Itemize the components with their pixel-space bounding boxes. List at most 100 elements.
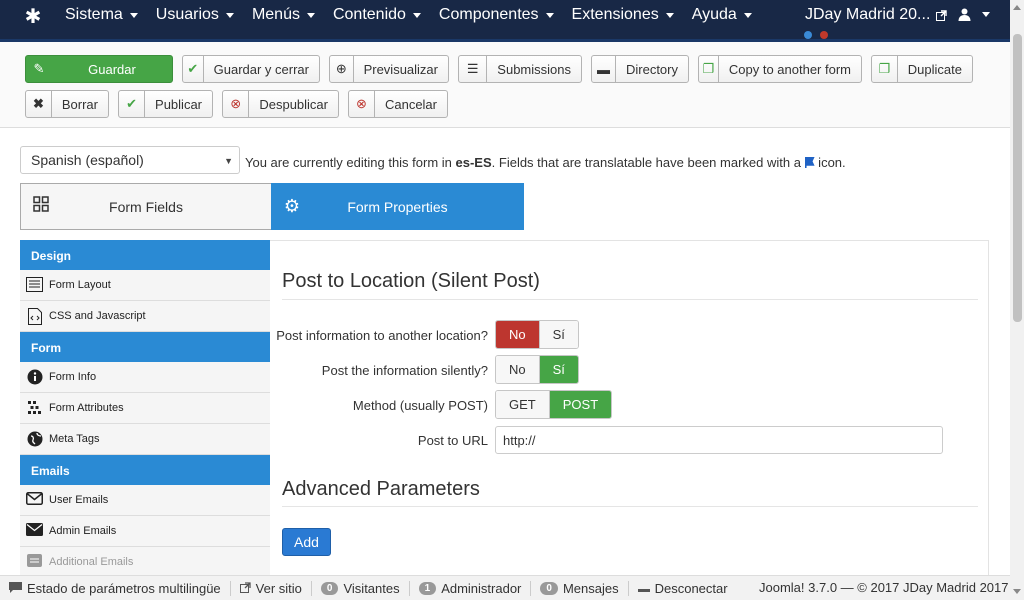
option-post[interactable]: POST bbox=[548, 391, 612, 418]
post-silently-toggle[interactable]: No Sí bbox=[495, 355, 579, 384]
section-title: Post to Location (Silent Post) bbox=[282, 270, 540, 292]
method-toggle[interactable]: GET POST bbox=[495, 390, 613, 419]
external-link-icon bbox=[936, 9, 948, 21]
sidebar-section-design: Design bbox=[20, 240, 270, 270]
language-select[interactable]: Spanish (español) ▼ bbox=[20, 146, 240, 174]
sidebar-item-form-attributes[interactable]: Form Attributes bbox=[20, 393, 270, 424]
sidebar-item-form-info[interactable]: Form Info bbox=[20, 362, 270, 393]
visitors-count-badge: 0 bbox=[320, 581, 339, 595]
messages-status[interactable]: 0 Mensajes bbox=[531, 580, 629, 596]
language-selected-value: Spanish (español) bbox=[31, 152, 144, 168]
menu-label: Componentes bbox=[438, 6, 539, 23]
admin-count-badge: 1 bbox=[418, 581, 437, 595]
sidebar-item-meta-tags[interactable]: Meta Tags bbox=[20, 424, 270, 455]
tab-label: Form Properties bbox=[347, 198, 448, 215]
menu-ayuda[interactable]: Ayuda bbox=[683, 0, 761, 30]
button-label: Submissions bbox=[497, 61, 571, 77]
caret-down-icon bbox=[129, 12, 138, 18]
cancelar-button[interactable]: ⊗ Cancelar bbox=[348, 90, 448, 118]
option-get[interactable]: GET bbox=[496, 391, 549, 418]
note-lang: es-ES bbox=[455, 155, 492, 170]
sidebar-item-form-layout[interactable]: Form Layout bbox=[20, 270, 270, 301]
caret-down-icon bbox=[982, 12, 990, 17]
menu-usuarios[interactable]: Usuarios bbox=[147, 0, 243, 30]
sidebar-item-label: Additional Emails bbox=[49, 556, 134, 568]
directory-button[interactable]: ▬ Directory bbox=[591, 55, 689, 83]
note-prefix: You are currently editing this form in bbox=[245, 155, 456, 170]
page-scrollbar[interactable] bbox=[1010, 0, 1024, 600]
multilang-status[interactable]: Estado de parámetros multilingüe bbox=[0, 580, 231, 596]
sidebar-item-additional-emails[interactable]: Additional Emails bbox=[20, 547, 270, 578]
menu-label: Ayuda bbox=[691, 6, 737, 23]
x-icon: ✖ bbox=[26, 91, 52, 117]
scroll-thumb[interactable] bbox=[1013, 34, 1022, 322]
view-site-label: Ver sitio bbox=[255, 580, 302, 596]
user-menu[interactable] bbox=[958, 8, 990, 21]
submissions-button[interactable]: ☰ Submissions bbox=[458, 55, 582, 83]
menu-sistema[interactable]: Sistema bbox=[56, 0, 147, 30]
messages-count-badge: 0 bbox=[540, 581, 558, 595]
duplicate-button[interactable]: ❐ Duplicate bbox=[871, 55, 973, 83]
menu-label: Usuarios bbox=[155, 6, 219, 23]
post-silently-label: Post the information silently? bbox=[321, 363, 488, 378]
tab-label: Form Fields bbox=[109, 198, 183, 215]
toolbar: ✎ Guardar ✔ Guardar y cerrar ⊕ Previsualiza… bbox=[0, 42, 1010, 128]
borrar-button[interactable]: ✖ Borrar bbox=[25, 90, 109, 118]
menu-componentes[interactable]: Componentes bbox=[430, 0, 563, 30]
sidebar-item-css-and-javascript[interactable]: CSS and Javascript bbox=[20, 301, 270, 332]
multilang-label: Estado de parámetros multilingüe bbox=[27, 580, 221, 596]
option-no[interactable]: No bbox=[496, 321, 539, 348]
envelope-icon bbox=[26, 553, 43, 571]
copy-to-another-form-button[interactable]: ❐ Copy to another form bbox=[698, 55, 862, 83]
site-link[interactable]: JDay Madrid 20... bbox=[805, 6, 948, 24]
option-si[interactable]: Sí bbox=[538, 356, 578, 383]
menu-label: Sistema bbox=[65, 6, 123, 23]
envelope-icon bbox=[26, 522, 43, 540]
tab-form-properties[interactable]: ⚙ Form Properties bbox=[271, 183, 524, 230]
properties-sidebar: Design Form Layout CSS and Javascript Fo… bbox=[20, 240, 270, 578]
menu-menus[interactable]: Menús bbox=[243, 0, 324, 30]
guardar-y-cerrar-button[interactable]: ✔ Guardar y cerrar bbox=[182, 55, 320, 83]
visitors-status[interactable]: 0 Visitantes bbox=[312, 580, 410, 596]
option-si[interactable]: Sí bbox=[538, 321, 578, 348]
sidebar-item-label: CSS and Javascript bbox=[49, 310, 146, 322]
menu-label: Contenido bbox=[332, 6, 406, 23]
option-no[interactable]: No bbox=[496, 356, 539, 383]
previsualizar-button[interactable]: ⊕ Previsualizar bbox=[329, 55, 449, 83]
footer-copyright: Joomla! 3.7.0 — © 2017 JDay Madrid 2017 bbox=[759, 580, 1009, 595]
language-note: You are currently editing this form in e… bbox=[245, 155, 846, 170]
logout-link[interactable]: Desconectar bbox=[629, 581, 737, 596]
add-parameter-button[interactable]: Add bbox=[282, 528, 331, 556]
sidebar-item-admin-emails[interactable]: Admin Emails bbox=[20, 516, 270, 547]
minus-icon bbox=[637, 581, 650, 596]
cogs-icon: ⚙ bbox=[283, 196, 301, 216]
menu-contenido[interactable]: Contenido bbox=[324, 0, 430, 30]
tab-form-fields[interactable]: Form Fields bbox=[20, 183, 272, 230]
top-navbar: ✱ Sistema Usuarios Menús Contenido Compo… bbox=[0, 0, 1010, 42]
main-menu: Sistema Usuarios Menús Contenido Compone… bbox=[56, 0, 761, 30]
button-label: Publicar bbox=[155, 96, 202, 112]
caret-down-icon bbox=[665, 12, 674, 18]
menu-extensiones[interactable]: Extensiones bbox=[563, 0, 683, 30]
button-label: Borrar bbox=[61, 96, 98, 112]
despublicar-button[interactable]: ⊗ Despublicar bbox=[222, 90, 339, 118]
info-icon bbox=[26, 369, 43, 386]
caret-down-icon bbox=[412, 12, 421, 18]
note-suffix: . Fields that are translatable have been… bbox=[491, 155, 805, 170]
post-url-input[interactable]: http:// bbox=[495, 426, 943, 454]
guardar-button[interactable]: ✎ Guardar bbox=[25, 55, 173, 83]
sidebar-item-user-emails[interactable]: User Emails bbox=[20, 485, 270, 516]
check-icon: ✔ bbox=[183, 56, 204, 82]
site-name: JDay Madrid 20... bbox=[805, 6, 931, 23]
post-to-location-toggle[interactable]: No Sí bbox=[495, 320, 579, 349]
scroll-down-arrow-icon[interactable] bbox=[1013, 589, 1021, 594]
plus-circle-icon: ⊕ bbox=[330, 56, 354, 82]
method-label: Method (usually POST) bbox=[352, 398, 488, 413]
view-site-link[interactable]: Ver sitio bbox=[231, 580, 312, 596]
grid-icon bbox=[21, 196, 61, 217]
blue-dot bbox=[804, 31, 812, 39]
admin-status[interactable]: 1 Administrador bbox=[410, 580, 532, 596]
publicar-button[interactable]: ✔ Publicar bbox=[118, 90, 213, 118]
joomla-logo-icon[interactable]: ✱ bbox=[22, 6, 44, 28]
scroll-up-arrow-icon[interactable] bbox=[1013, 5, 1021, 10]
